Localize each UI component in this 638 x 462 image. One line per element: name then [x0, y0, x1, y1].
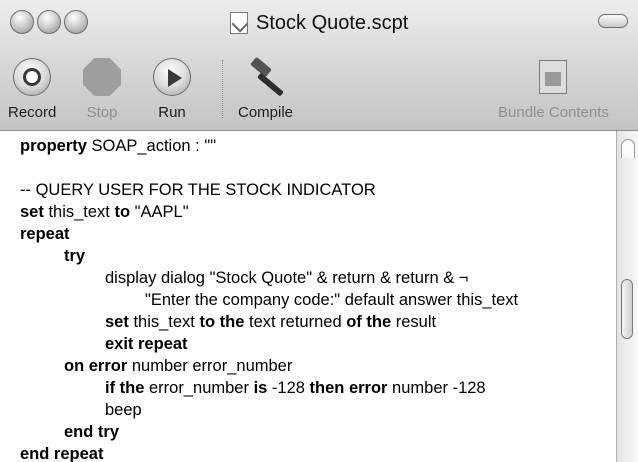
script-code: property SOAP_action : "" -- QUERY USER F… [20, 135, 518, 462]
stop-label: Stop [86, 104, 118, 121]
scroll-thumb[interactable] [621, 279, 633, 339]
script-document-icon [230, 12, 248, 34]
vertical-scrollbar[interactable] [616, 131, 638, 462]
code-line: exit repeat [20, 333, 518, 355]
code-line: repeat [20, 223, 518, 245]
bundle-contents-label: Bundle Contents [498, 104, 609, 121]
code-keyword: to [114, 203, 131, 221]
code-line: set this_text to "AAPL" [20, 201, 518, 223]
code-line: on error number error_number [20, 355, 518, 377]
code-text: this_text [128, 313, 200, 331]
code-text: result [391, 313, 437, 331]
window-title-text: Stock Quote.scpt [256, 11, 409, 34]
script-editor-pane[interactable]: property SOAP_action : "" -- QUERY USER F… [0, 131, 616, 462]
compile-label: Compile [238, 104, 294, 121]
code-line: -- QUERY USER FOR THE STOCK INDICATOR [20, 179, 518, 201]
bundle-contents-icon [535, 58, 571, 96]
code-text: text returned [244, 313, 347, 331]
stop-button[interactable]: Stop [83, 58, 121, 121]
record-label: Record [8, 104, 57, 121]
code-keyword: to the [199, 313, 245, 331]
run-label: Run [158, 104, 186, 121]
code-text: "Enter the company code:" default answer… [145, 291, 519, 309]
script-editor-window: Stock Quote.scpt Record Stop Run Compile… [0, 0, 638, 462]
code-text: -128 [267, 379, 310, 397]
code-text: beep [105, 401, 142, 419]
code-keyword: end repeat [20, 445, 104, 462]
code-keyword: set [20, 203, 44, 221]
code-line: display dialog "Stock Quote" & return & … [20, 267, 518, 289]
code-keyword: is [253, 379, 268, 397]
run-button[interactable]: Run [153, 58, 191, 121]
code-keyword: exit repeat [105, 335, 188, 353]
code-text: "AAPL" [130, 203, 189, 221]
code-keyword: end try [64, 423, 120, 441]
code-keyword: on error [64, 357, 128, 375]
code-text: display dialog "Stock Quote" & return & … [105, 269, 469, 287]
code-line: property SOAP_action : "" [20, 135, 518, 157]
stop-icon [83, 58, 121, 96]
code-text: SOAP_action : "" [86, 137, 217, 155]
code-text: number -128 [387, 379, 486, 397]
close-window-button[interactable] [10, 10, 34, 34]
code-text: error_number [144, 379, 254, 397]
compile-button[interactable]: Compile [238, 56, 294, 121]
code-text: -- QUERY USER FOR THE STOCK INDICATOR [20, 181, 376, 199]
code-text: number error_number [127, 357, 293, 375]
code-keyword: try [64, 247, 86, 265]
run-icon [153, 58, 191, 96]
zoom-window-button[interactable] [64, 10, 88, 34]
code-line: beep [20, 399, 518, 421]
code-line: end try [20, 421, 518, 443]
code-keyword: of the [346, 313, 392, 331]
title-bar-and-toolbar: Stock Quote.scpt Record Stop Run Compile… [0, 0, 638, 131]
record-button[interactable]: Record [8, 58, 56, 121]
code-keyword: if the [105, 379, 145, 397]
bundle-contents-button[interactable]: Bundle Contents [498, 58, 609, 121]
code-keyword: repeat [20, 225, 70, 243]
toolbar-separator [222, 60, 223, 118]
code-keyword: then error [309, 379, 388, 397]
scroll-up-arrow[interactable] [621, 139, 635, 158]
code-line: "Enter the company code:" default answer… [20, 289, 518, 311]
hammer-icon [241, 56, 291, 97]
code-line: try [20, 245, 518, 267]
code-line: if the error_number is -128 then error n… [20, 377, 518, 399]
code-line: set this_text to the text returned of th… [20, 311, 518, 333]
minimize-window-button[interactable] [37, 10, 61, 34]
code-text: this_text [43, 203, 115, 221]
toolbar-toggle-button[interactable] [598, 14, 628, 28]
code-keyword: property [20, 137, 87, 155]
window-title: Stock Quote.scpt [230, 9, 408, 37]
code-line: end repeat [20, 443, 518, 462]
record-icon [13, 58, 52, 96]
code-keyword: set [105, 313, 129, 331]
